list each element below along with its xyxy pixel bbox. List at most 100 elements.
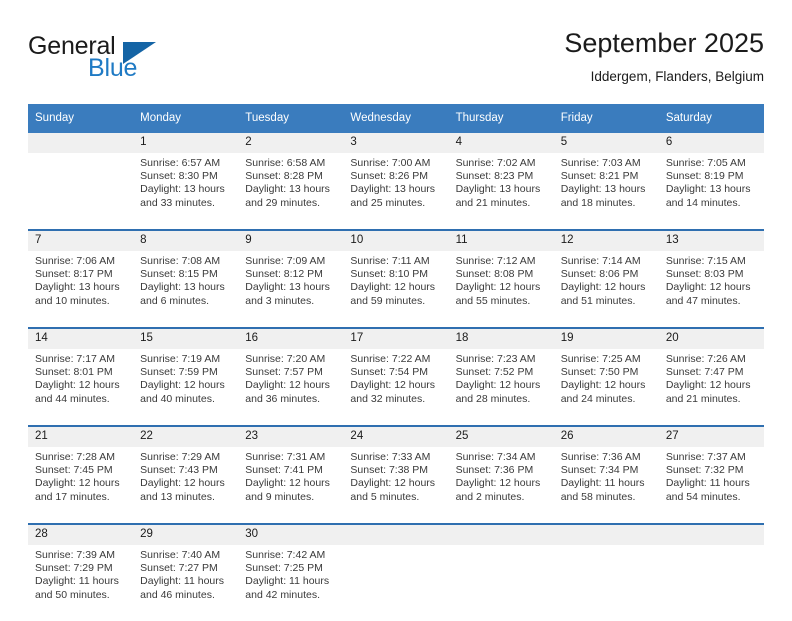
daylight-text-line2: and 28 minutes. bbox=[455, 392, 531, 405]
calendar-header-row: Sunday Monday Tuesday Wednesday Thursday… bbox=[28, 104, 764, 133]
daylight-text-line2: and 10 minutes. bbox=[35, 294, 110, 307]
daylight-text-line1: Daylight: 12 hours bbox=[350, 379, 436, 392]
day-cell[interactable]: Sunrise: 6:57 AM Sunset: 8:30 PM Dayligh… bbox=[133, 153, 239, 230]
day-number: 30 bbox=[238, 523, 344, 545]
day-cell[interactable]: Sunrise: 6:58 AM Sunset: 8:28 PM Dayligh… bbox=[238, 153, 344, 230]
daylight-text-line2: and 42 minutes. bbox=[245, 588, 320, 601]
daylight-text-line1: Daylight: 12 hours bbox=[245, 379, 330, 392]
day-cell[interactable]: Sunrise: 7:23 AM Sunset: 7:52 PM Dayligh… bbox=[448, 349, 554, 426]
daylight-text-line1: Daylight: 13 hours bbox=[35, 281, 120, 294]
daylight-text-line1: Daylight: 13 hours bbox=[665, 183, 751, 196]
sunset-text: Sunset: 8:19 PM bbox=[665, 170, 744, 183]
daylight-text-line2: and 21 minutes. bbox=[665, 392, 741, 405]
daylight-text-line1: Daylight: 12 hours bbox=[560, 379, 646, 392]
day-cell[interactable]: Sunrise: 7:05 AM Sunset: 8:19 PM Dayligh… bbox=[658, 153, 764, 230]
day-cell[interactable]: Sunrise: 7:00 AM Sunset: 8:26 PM Dayligh… bbox=[343, 153, 449, 230]
day-number bbox=[343, 523, 449, 545]
week-number-row: 28 29 30 bbox=[28, 523, 764, 545]
daylight-text-line1: Daylight: 11 hours bbox=[560, 477, 645, 490]
sunrise-text: Sunrise: 7:39 AM bbox=[35, 549, 115, 561]
sunset-text: Sunset: 7:43 PM bbox=[140, 464, 218, 477]
sunset-text: Sunset: 8:10 PM bbox=[350, 268, 429, 281]
day-cell[interactable] bbox=[448, 545, 554, 621]
sunrise-text: Sunrise: 7:20 AM bbox=[245, 353, 326, 365]
day-number: 8 bbox=[133, 229, 239, 251]
day-cell[interactable]: Sunrise: 7:20 AM Sunset: 7:57 PM Dayligh… bbox=[238, 349, 344, 426]
day-number: 6 bbox=[658, 133, 764, 153]
day-cell[interactable]: Sunrise: 7:40 AM Sunset: 7:27 PM Dayligh… bbox=[133, 545, 239, 621]
day-cell[interactable]: Sunrise: 7:28 AM Sunset: 7:45 PM Dayligh… bbox=[28, 447, 134, 524]
calendar-container: Sunday Monday Tuesday Wednesday Thursday… bbox=[28, 104, 764, 621]
daylight-text-line1: Daylight: 12 hours bbox=[455, 477, 541, 490]
day-cell[interactable]: Sunrise: 7:36 AM Sunset: 7:34 PM Dayligh… bbox=[553, 447, 659, 524]
day-cell[interactable]: Sunrise: 7:34 AM Sunset: 7:36 PM Dayligh… bbox=[448, 447, 554, 524]
sunrise-text: Sunrise: 7:17 AM bbox=[35, 353, 115, 365]
weekday-header-monday: Monday bbox=[133, 104, 239, 133]
sunrise-text: Sunrise: 7:05 AM bbox=[665, 157, 746, 169]
day-cell[interactable]: Sunrise: 7:39 AM Sunset: 7:29 PM Dayligh… bbox=[28, 545, 134, 621]
day-number: 3 bbox=[343, 133, 449, 153]
day-number: 29 bbox=[133, 523, 239, 545]
week-body-row: Sunrise: 6:57 AM Sunset: 8:30 PM Dayligh… bbox=[28, 153, 764, 230]
sunset-text: Sunset: 7:29 PM bbox=[35, 562, 113, 575]
day-cell[interactable]: Sunrise: 7:14 AM Sunset: 8:06 PM Dayligh… bbox=[553, 251, 659, 328]
day-cell[interactable]: Sunrise: 7:31 AM Sunset: 7:41 PM Dayligh… bbox=[238, 447, 344, 524]
day-number: 5 bbox=[553, 133, 659, 153]
day-cell[interactable]: Sunrise: 7:26 AM Sunset: 7:47 PM Dayligh… bbox=[658, 349, 764, 426]
day-cell[interactable]: Sunrise: 7:12 AM Sunset: 8:08 PM Dayligh… bbox=[448, 251, 554, 328]
week-number-row: 14 15 16 17 18 19 20 bbox=[28, 327, 764, 349]
day-cell[interactable]: Sunrise: 7:03 AM Sunset: 8:21 PM Dayligh… bbox=[553, 153, 659, 230]
day-cell[interactable]: Sunrise: 7:25 AM Sunset: 7:50 PM Dayligh… bbox=[553, 349, 659, 426]
day-cell[interactable]: Sunrise: 7:06 AM Sunset: 8:17 PM Dayligh… bbox=[28, 251, 134, 328]
daylight-text-line2: and 36 minutes. bbox=[245, 392, 320, 405]
day-cell[interactable] bbox=[343, 545, 449, 621]
sunset-text: Sunset: 8:23 PM bbox=[455, 170, 534, 183]
day-cell[interactable]: Sunrise: 7:19 AM Sunset: 7:59 PM Dayligh… bbox=[133, 349, 239, 426]
sunrise-text: Sunrise: 7:23 AM bbox=[455, 353, 536, 365]
daylight-text-line1: Daylight: 13 hours bbox=[245, 183, 330, 196]
day-cell[interactable]: Sunrise: 7:09 AM Sunset: 8:12 PM Dayligh… bbox=[238, 251, 344, 328]
sunset-text: Sunset: 8:08 PM bbox=[455, 268, 534, 281]
general-blue-logo[interactable]: General Blue bbox=[28, 32, 208, 88]
week-body-row: Sunrise: 7:06 AM Sunset: 8:17 PM Dayligh… bbox=[28, 251, 764, 328]
daylight-text-line2: and 14 minutes. bbox=[665, 196, 741, 209]
sunrise-text: Sunrise: 7:15 AM bbox=[665, 255, 746, 267]
day-cell[interactable] bbox=[658, 545, 764, 621]
daylight-text-line2: and 25 minutes. bbox=[350, 196, 426, 209]
day-number: 20 bbox=[658, 327, 764, 349]
day-cell[interactable]: Sunrise: 7:11 AM Sunset: 8:10 PM Dayligh… bbox=[343, 251, 449, 328]
sunset-text: Sunset: 8:15 PM bbox=[140, 268, 218, 281]
day-cell[interactable]: Sunrise: 7:29 AM Sunset: 7:43 PM Dayligh… bbox=[133, 447, 239, 524]
weekday-header-sunday: Sunday bbox=[28, 104, 134, 133]
day-number: 26 bbox=[553, 425, 659, 447]
day-cell[interactable]: Sunrise: 7:17 AM Sunset: 8:01 PM Dayligh… bbox=[28, 349, 134, 426]
day-cell[interactable]: Sunrise: 7:33 AM Sunset: 7:38 PM Dayligh… bbox=[343, 447, 449, 524]
sunset-text: Sunset: 7:34 PM bbox=[560, 464, 639, 477]
daylight-text-line1: Daylight: 12 hours bbox=[35, 379, 120, 392]
day-cell[interactable]: Sunrise: 7:08 AM Sunset: 8:15 PM Dayligh… bbox=[133, 251, 239, 328]
daylight-text-line2: and 2 minutes. bbox=[455, 490, 525, 503]
day-cell[interactable]: Sunrise: 7:15 AM Sunset: 8:03 PM Dayligh… bbox=[658, 251, 764, 328]
sunrise-text: Sunrise: 7:03 AM bbox=[560, 157, 641, 169]
sunset-text: Sunset: 8:01 PM bbox=[35, 366, 113, 379]
sunset-text: Sunset: 7:54 PM bbox=[350, 366, 429, 379]
daylight-text-line1: Daylight: 11 hours bbox=[140, 575, 224, 588]
calendar-body: 1 2 3 4 5 6 Sunrise: 6:57 AM Sunset: 8:3… bbox=[28, 133, 764, 621]
sunrise-text: Sunrise: 7:33 AM bbox=[350, 451, 431, 463]
daylight-text-line2: and 44 minutes. bbox=[35, 392, 110, 405]
week-body-row: Sunrise: 7:17 AM Sunset: 8:01 PM Dayligh… bbox=[28, 349, 764, 426]
day-number: 10 bbox=[343, 229, 449, 251]
sunset-text: Sunset: 7:59 PM bbox=[140, 366, 218, 379]
day-cell[interactable]: Sunrise: 7:02 AM Sunset: 8:23 PM Dayligh… bbox=[448, 153, 554, 230]
day-cell[interactable]: Sunrise: 7:37 AM Sunset: 7:32 PM Dayligh… bbox=[658, 447, 764, 524]
daylight-text-line2: and 51 minutes. bbox=[560, 294, 636, 307]
daylight-text-line1: Daylight: 12 hours bbox=[350, 281, 436, 294]
day-cell[interactable] bbox=[553, 545, 659, 621]
day-cell[interactable] bbox=[28, 153, 134, 230]
logo-text-blue: Blue bbox=[88, 54, 138, 82]
daylight-text-line1: Daylight: 12 hours bbox=[140, 379, 225, 392]
sunrise-text: Sunrise: 7:14 AM bbox=[560, 255, 641, 267]
day-cell[interactable]: Sunrise: 7:42 AM Sunset: 7:25 PM Dayligh… bbox=[238, 545, 344, 621]
day-cell[interactable]: Sunrise: 7:22 AM Sunset: 7:54 PM Dayligh… bbox=[343, 349, 449, 426]
sunrise-text: Sunrise: 7:40 AM bbox=[140, 549, 221, 561]
